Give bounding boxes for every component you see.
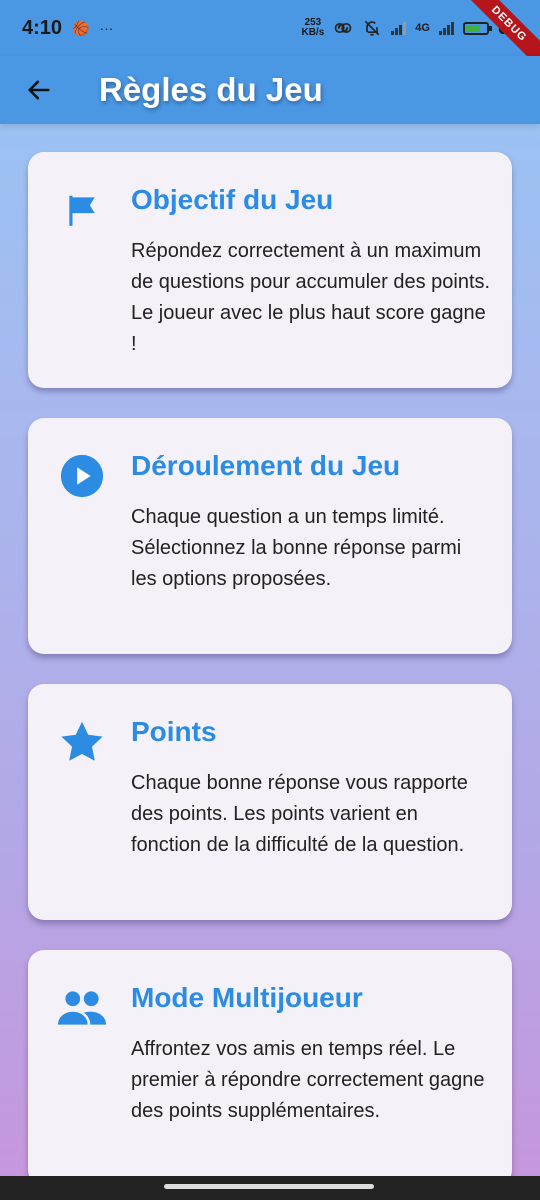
home-gesture-handle[interactable] bbox=[164, 1184, 374, 1189]
signal-icon-2 bbox=[438, 21, 454, 35]
people-icon bbox=[58, 984, 106, 1032]
status-time: 4:10 bbox=[22, 16, 63, 39]
status-right: 253 KB/s 4G 64 bbox=[301, 18, 518, 39]
battery-icon bbox=[462, 21, 492, 35]
signal-icon bbox=[391, 21, 407, 35]
system-navigation-bar bbox=[0, 1176, 540, 1200]
network-speed-unit: KB/s bbox=[301, 27, 325, 38]
play-circle-icon bbox=[58, 452, 106, 500]
notifications-off-icon bbox=[365, 20, 380, 36]
card-description: Chaque bonne réponse vous rapporte des p… bbox=[131, 772, 468, 856]
card-description: Répondez correctement à un maximum de qu… bbox=[131, 240, 491, 355]
link-icon bbox=[334, 23, 352, 33]
app-bar: Règles du Jeu bbox=[0, 56, 540, 124]
network-speed: 253 KB/s bbox=[301, 18, 324, 38]
rule-card-objective: Objectif du Jeu Répondez correctement à … bbox=[28, 152, 512, 388]
page-title: Règles du Jeu bbox=[99, 71, 323, 108]
rule-card-points: Points Chaque bonne réponse vous rapport… bbox=[28, 684, 512, 920]
rule-card-flow: Déroulement du Jeu Chaque question a un … bbox=[28, 418, 512, 654]
arrow-back-icon bbox=[28, 80, 50, 100]
card-title: Objectif du Jeu bbox=[131, 184, 334, 215]
back-button[interactable] bbox=[19, 70, 59, 110]
more-notifications-icon: ··· bbox=[99, 20, 114, 36]
card-title: Mode Multijoueur bbox=[131, 982, 363, 1013]
star-icon bbox=[58, 718, 106, 766]
status-bar: 4:10 🏀 ··· 253 KB/s 4G 64 DEBUG bbox=[0, 0, 540, 78]
card-description: Affrontez vos amis en temps réel. Le pre… bbox=[131, 1038, 485, 1122]
rule-card-multiplayer: Mode Multijoueur Affrontez vos amis en t… bbox=[28, 950, 512, 1186]
flag-icon bbox=[58, 186, 106, 234]
nba-icon: 🏀 bbox=[72, 19, 90, 36]
card-description: Chaque question a un temps limité. Sélec… bbox=[131, 506, 462, 590]
rules-list: Objectif du Jeu Répondez correctement à … bbox=[28, 152, 512, 1200]
card-title: Points bbox=[131, 716, 217, 747]
status-left: 4:10 🏀 ··· bbox=[22, 17, 113, 40]
card-title: Déroulement du Jeu bbox=[131, 450, 401, 481]
network-type: 4G bbox=[415, 22, 430, 34]
